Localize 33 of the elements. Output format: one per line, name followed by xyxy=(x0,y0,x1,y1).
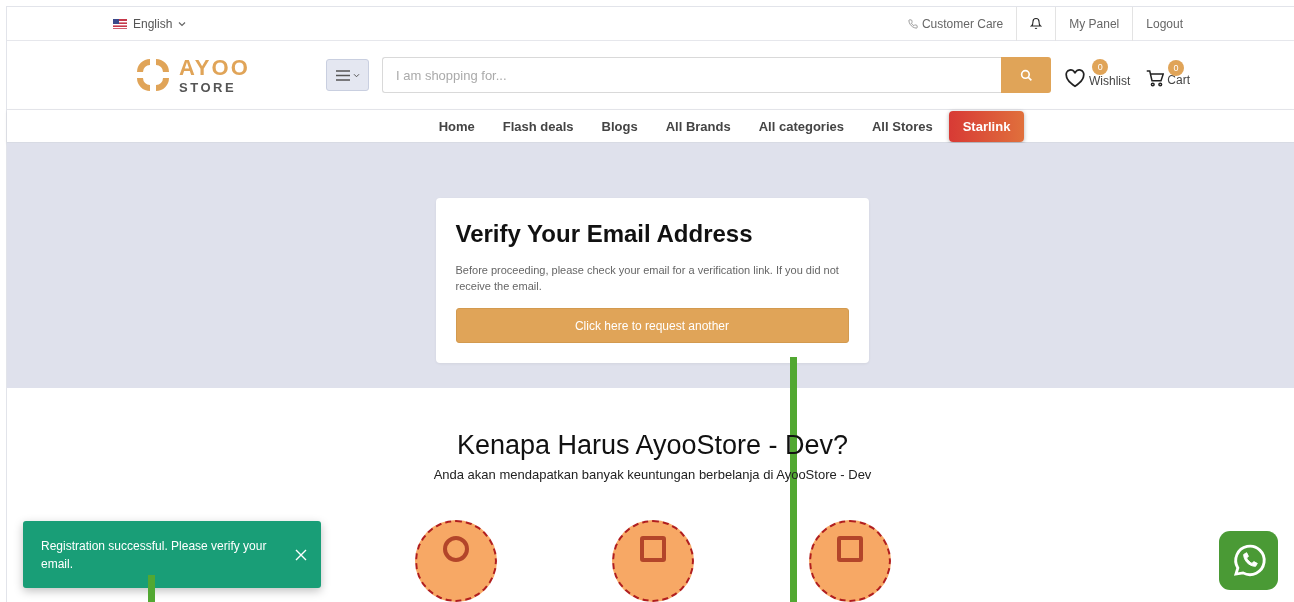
menu-icon xyxy=(335,69,350,81)
top-bar-link[interactable]: Customer Care xyxy=(894,6,1017,41)
nav-link[interactable]: Home xyxy=(424,110,489,142)
search-field[interactable]: I am shopping for... xyxy=(382,57,1001,94)
flag-icon xyxy=(113,18,127,29)
card-title: Verify Your Email Address xyxy=(455,220,754,249)
nav-link[interactable]: All Stores xyxy=(858,110,947,142)
nav-link[interactable]: All categories xyxy=(744,110,858,142)
wishlist-count: 0 xyxy=(1092,58,1109,75)
language-selector[interactable]: English xyxy=(113,16,187,31)
top-bar-link[interactable]: Logout xyxy=(1132,6,1196,41)
logo-subtitle: STORE xyxy=(179,80,238,94)
close-icon xyxy=(295,548,307,561)
top-bar-link[interactable]: My Panel xyxy=(1055,6,1133,41)
nav-highlight-button[interactable]: Starlink xyxy=(948,110,1025,142)
nav-link[interactable]: Flash deals xyxy=(488,110,588,142)
logo-wordmark: AYOO xyxy=(179,56,250,79)
close-button[interactable] xyxy=(295,548,307,561)
chevron-down-icon xyxy=(352,72,360,78)
nav-link[interactable]: Blogs xyxy=(587,110,652,142)
chevron-down-icon xyxy=(178,20,187,27)
phone-icon xyxy=(907,18,918,29)
card-text: Before proceeding, please check your email for a verification link. If you did not receive the email. xyxy=(455,263,840,295)
toast-message: Registration successful. Please verify your email. xyxy=(41,537,268,573)
cart-icon xyxy=(1146,69,1165,87)
search-icon xyxy=(1019,68,1033,82)
search-button[interactable] xyxy=(1001,57,1051,94)
category-menu-button[interactable] xyxy=(326,59,369,92)
heart-icon xyxy=(1064,68,1086,88)
cart-count: 0 xyxy=(1168,59,1184,76)
bell-icon xyxy=(1030,17,1043,30)
chat-button[interactable] xyxy=(1219,531,1278,590)
nav-link[interactable]: All Brands xyxy=(651,110,745,142)
